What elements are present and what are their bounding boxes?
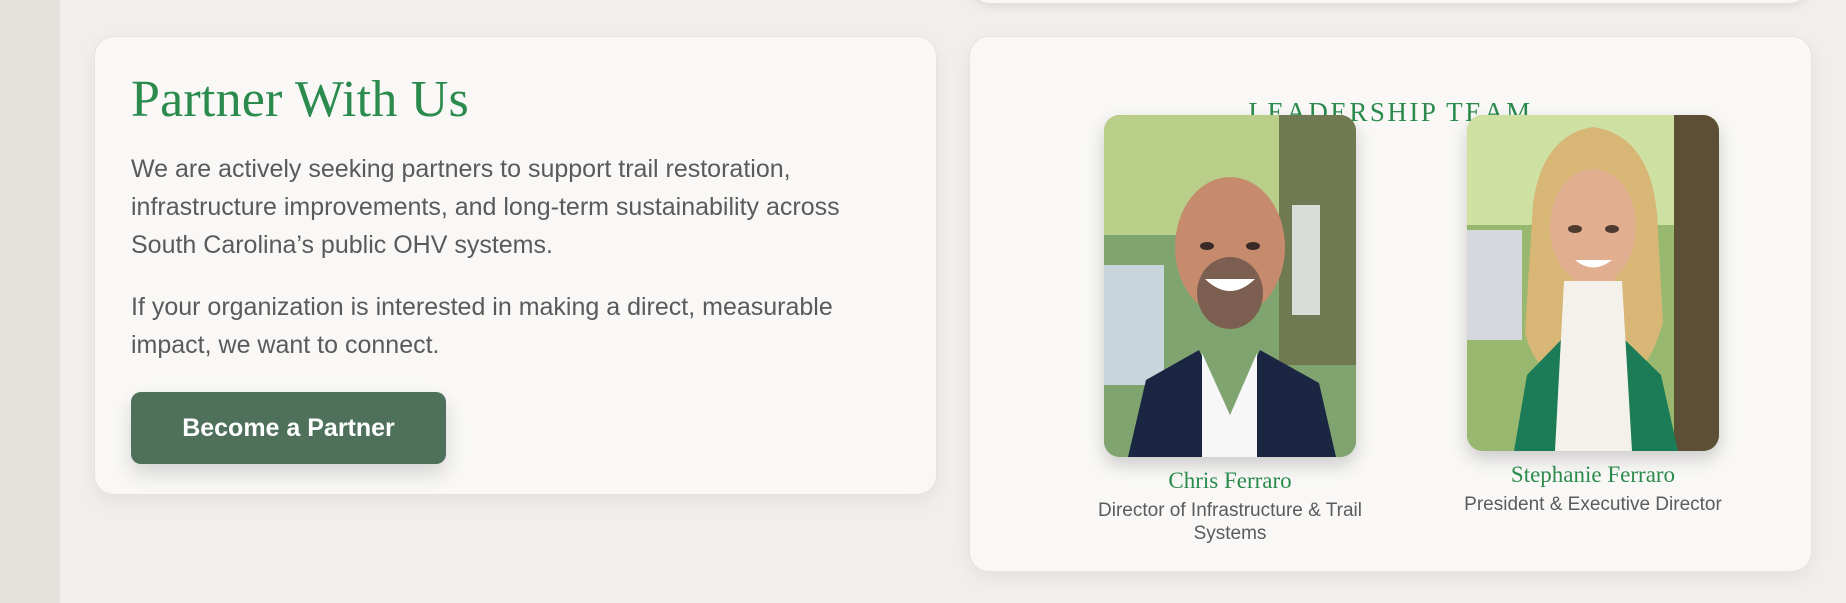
partner-title: Partner With Us	[131, 71, 469, 128]
leader-card-stephanie: Stephanie Ferraro President & Executive …	[1433, 115, 1753, 516]
previous-card-edge	[969, 0, 1810, 3]
partner-paragraph-2: If your organization is interested in ma…	[131, 293, 833, 360]
left-gutter	[0, 0, 60, 603]
become-partner-button[interactable]: Become a Partner	[131, 392, 446, 465]
partner-card: Partner With Us We are actively seeking …	[94, 36, 937, 495]
leader-title-chris: Director of Infrastructure & Trail Syste…	[1098, 499, 1362, 544]
portrait-image-stephanie	[1467, 115, 1719, 451]
leader-photo-stephanie	[1467, 115, 1719, 451]
leadership-card: LEADERSHIP TEAM Chris Ferraro Director o…	[969, 36, 1812, 572]
leader-name-stephanie: Stephanie Ferraro	[1510, 462, 1676, 487]
leader-title-stephanie: President & Executive Director	[1464, 493, 1722, 515]
portrait-image-chris	[1104, 115, 1356, 457]
leader-card-chris: Chris Ferraro Director of Infrastructure…	[1070, 115, 1390, 545]
partner-paragraph-1: We are actively seeking partners to supp…	[131, 155, 840, 260]
leader-photo-chris	[1104, 115, 1356, 457]
leader-name-chris: Chris Ferraro	[1168, 468, 1292, 493]
page: Partner With Us We are actively seeking …	[0, 0, 1846, 603]
